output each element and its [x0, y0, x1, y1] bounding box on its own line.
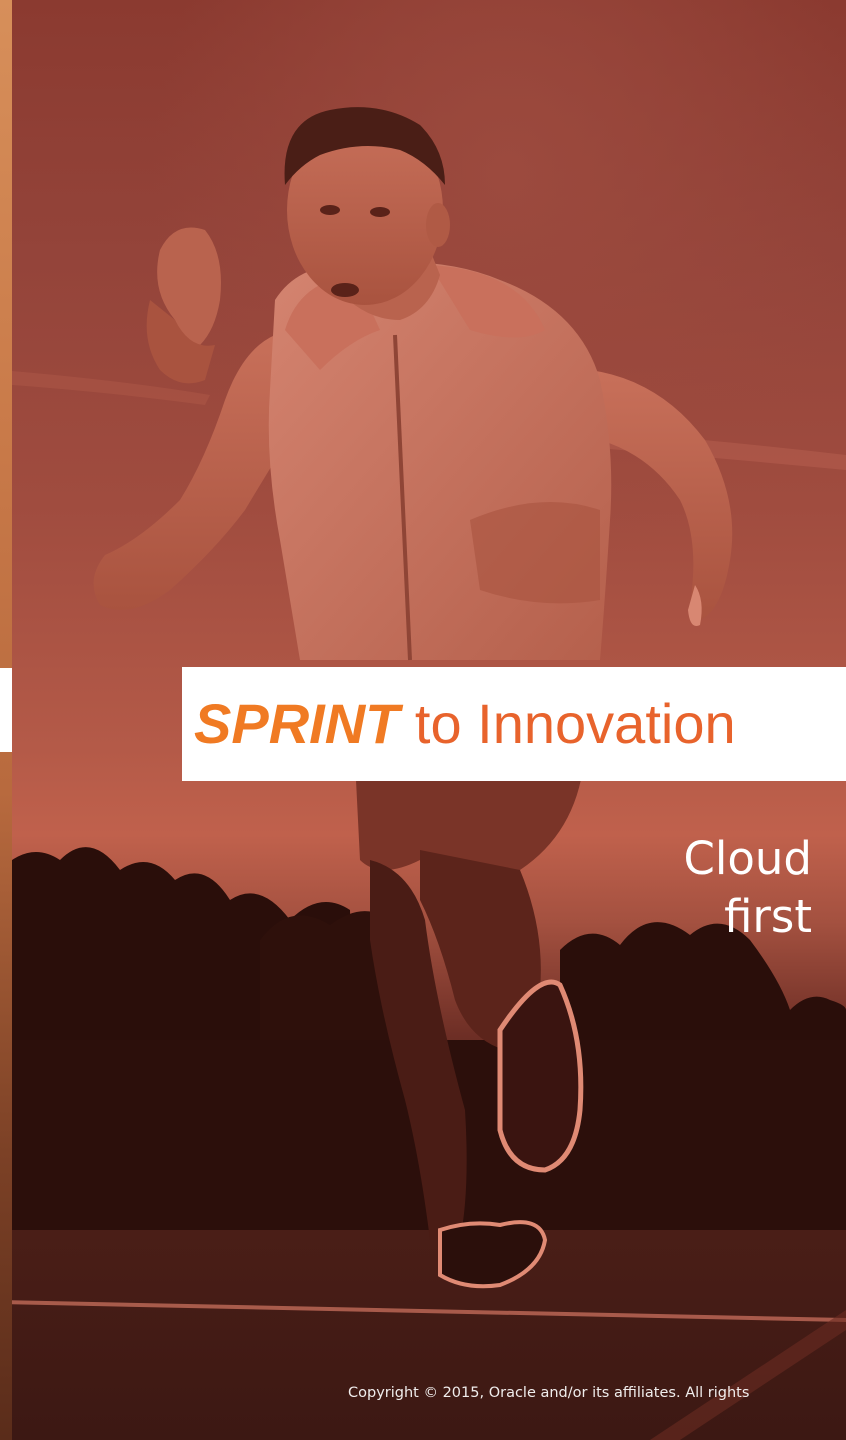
title-rest: to Innovation: [399, 692, 736, 755]
copyright-notice: Copyright © 2015, Oracle and/or its affi…: [348, 1385, 750, 1401]
subtitle-line-1: Cloud: [683, 832, 812, 885]
slide: SPRINT to Innovation Cloud first Copyrig…: [0, 0, 846, 1440]
title-emphasis: SPRINT: [194, 692, 400, 755]
left-accent-panel: [0, 668, 12, 752]
title-banner: SPRINT to Innovation: [182, 667, 846, 781]
slide-subtitle: Cloud first: [683, 830, 812, 946]
slide-title: SPRINT to Innovation: [194, 696, 736, 752]
subtitle-line-2: first: [724, 890, 812, 943]
